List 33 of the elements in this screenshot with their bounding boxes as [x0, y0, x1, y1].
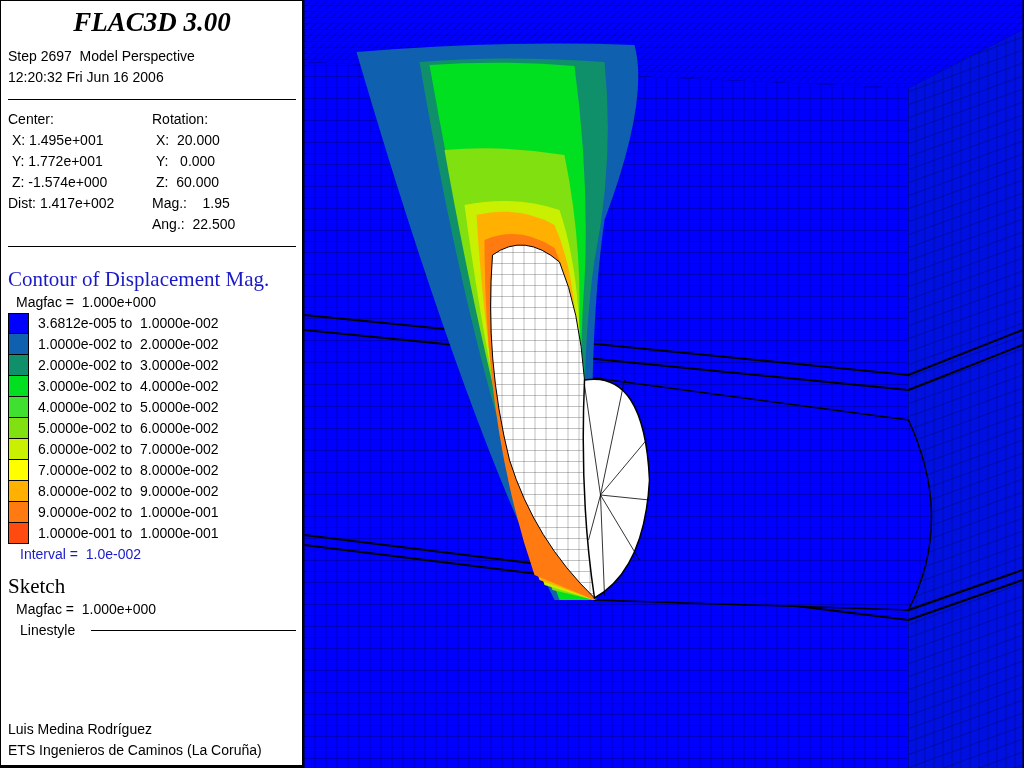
center-value: Z: -1.574e+000	[11, 173, 108, 192]
rotation-value: Mag.: 1.95	[152, 194, 230, 213]
rotation-value: Ang.: 22.500	[152, 215, 236, 234]
center-value: Y: 1.772e+001	[11, 152, 103, 171]
rotation-value: Z: 60.000	[155, 173, 220, 192]
band-range: 3.0000e-002 to 4.0000e-002	[37, 377, 219, 396]
band-range: 1.0000e-002 to 2.0000e-002	[37, 335, 219, 354]
plot-info-line: 12:20:32 Fri Jun 16 2006	[8, 68, 165, 87]
band-range: 3.6812e-005 to 1.0000e-002	[37, 314, 219, 333]
band-range: 4.0000e-002 to 5.0000e-002	[37, 398, 219, 417]
magfac-text: Magfac = 1.000e+000	[15, 293, 158, 312]
magfac-text: Magfac = 1.000e+000	[15, 600, 158, 619]
rotation-label: Rotation:	[152, 110, 209, 129]
contour-title: Contour of Displacement Mag.	[8, 266, 271, 292]
band-range: 9.0000e-002 to 1.0000e-001	[37, 503, 219, 522]
plot-info-line: Step 2697 Model Perspective	[8, 47, 196, 66]
band-range: 8.0000e-002 to 9.0000e-002	[37, 482, 219, 501]
center-label: Center:	[8, 110, 54, 129]
band-range: 7.0000e-002 to 8.0000e-002	[37, 461, 219, 480]
band-range: 6.0000e-002 to 7.0000e-002	[37, 440, 219, 459]
linestyle-label: Linestyle	[20, 621, 76, 640]
center-value: X: 1.495e+001	[11, 131, 104, 150]
interval-text: Interval = 1.0e-002	[19, 545, 143, 564]
band-range: 5.0000e-002 to 6.0000e-002	[37, 419, 219, 438]
app-title: FLAC3D 3.00	[73, 6, 231, 38]
center-value: Dist: 1.417e+002	[8, 194, 115, 213]
sketch-title: Sketch	[8, 573, 67, 599]
rotation-value: X: 20.000	[155, 131, 220, 150]
rotation-value: Y: 0.000	[155, 152, 216, 171]
author-credit: Luis Medina Rodríguez	[8, 720, 152, 739]
author-credit: ETS Ingenieros de Caminos (La Coruña)	[8, 741, 262, 760]
band-range: 1.0000e-001 to 1.0000e-001	[37, 524, 219, 543]
band-range: 2.0000e-002 to 3.0000e-002	[37, 356, 219, 375]
